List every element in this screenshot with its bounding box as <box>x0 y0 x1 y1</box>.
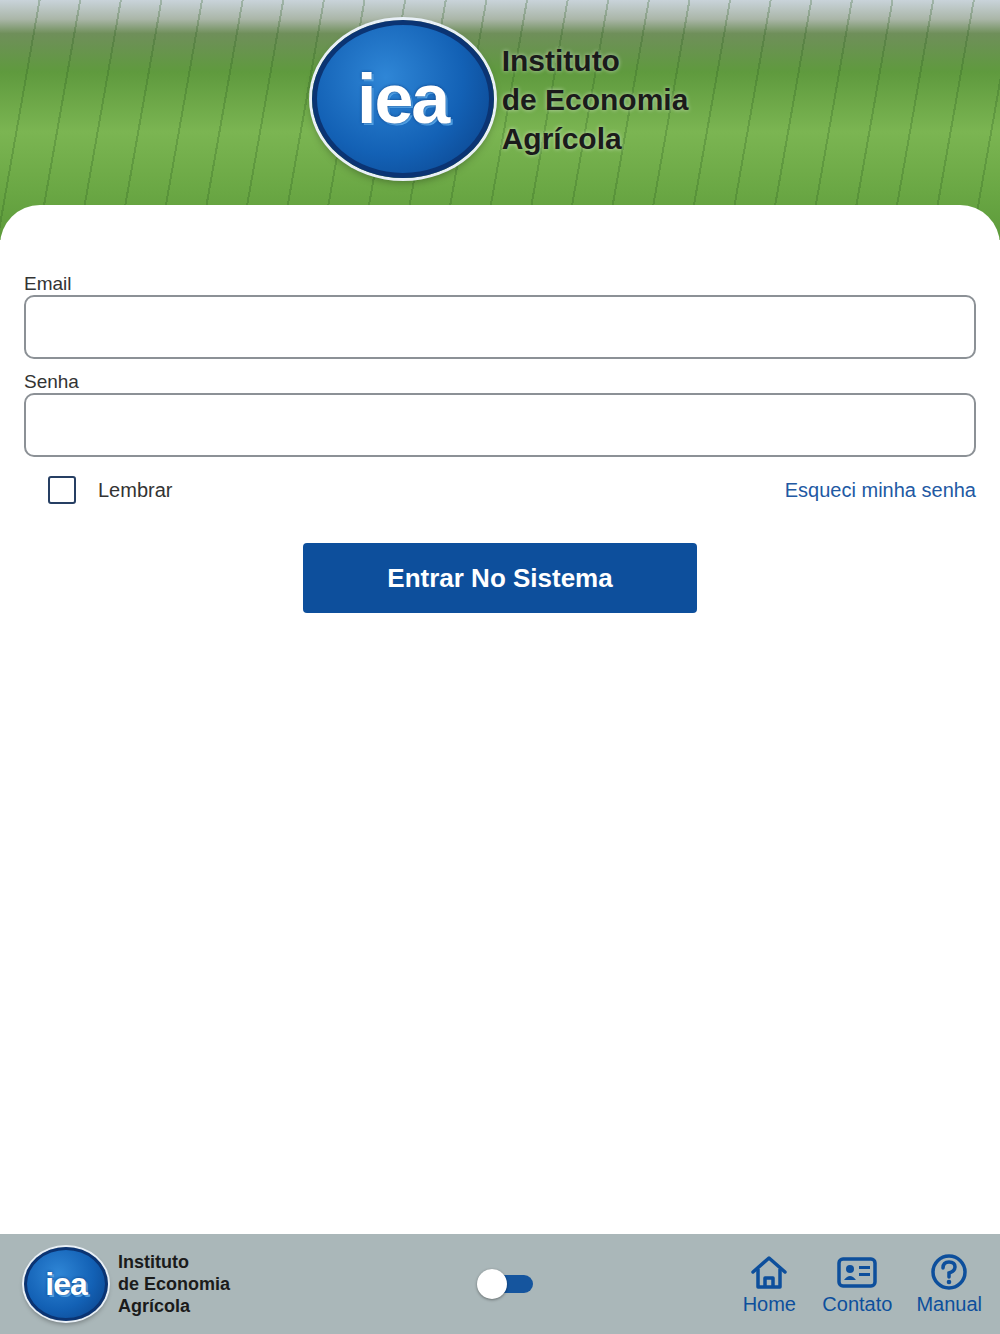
nav-label[interactable]: Home <box>743 1293 796 1316</box>
logo-mark: iea <box>45 1268 86 1300</box>
header-photo: iea Institutode EconomiaAgrícola <box>0 0 1000 240</box>
logo: iea Institutode EconomiaAgrícola <box>24 1247 230 1321</box>
forgot-password-link[interactable]: Esqueci minha senha <box>785 479 976 502</box>
logo-line: Instituto <box>118 1251 230 1273</box>
remember-checkbox[interactable]: Lembrar <box>24 476 172 504</box>
logo-line: de Economia <box>502 80 689 119</box>
logo-emblem: iea <box>24 1247 108 1321</box>
nav-label[interactable]: Contato <box>822 1293 892 1316</box>
logo-line: Agrícola <box>502 119 689 158</box>
email-input[interactable] <box>24 295 976 359</box>
nav-item[interactable]: Home <box>740 1253 798 1316</box>
logo-mark: iea <box>357 64 448 134</box>
login-button[interactable]: Entrar No Sistema <box>303 543 697 613</box>
logo-line: Instituto <box>502 41 689 80</box>
form-field: Email <box>24 273 976 359</box>
options-row: Lembrar Esqueci minha senha <box>24 475 976 505</box>
logo: iea Institutode EconomiaAgrícola <box>312 20 689 178</box>
logo-text: Institutode EconomiaAgrícola <box>502 41 689 158</box>
home-icon <box>748 1253 790 1291</box>
footer-bar: iea Institutode EconomiaAgrícola Home Conta… <box>0 1234 1000 1334</box>
field-label: Senha <box>24 371 79 392</box>
help-icon <box>928 1253 970 1291</box>
field-label: Email <box>24 273 72 294</box>
logo-line: Agrícola <box>118 1295 230 1317</box>
nav-label[interactable]: Manual <box>916 1293 982 1316</box>
logo-line: de Economia <box>118 1273 230 1295</box>
remember-label[interactable]: Lembrar <box>98 479 172 502</box>
contact-card-icon <box>836 1253 878 1291</box>
logo-text: Institutode EconomiaAgrícola <box>118 1251 230 1317</box>
footer-nav: Home Contato Manual <box>740 1253 982 1316</box>
form-field: Senha <box>24 371 976 457</box>
login-card: Email Senha Lembrar Esqueci minha senha Entr… <box>0 205 1000 1234</box>
toggle-knob <box>477 1269 507 1299</box>
password-input[interactable] <box>24 393 976 457</box>
nav-item[interactable]: Contato <box>822 1253 892 1316</box>
logo-emblem: iea <box>312 20 494 178</box>
theme-toggle[interactable] <box>477 1271 533 1297</box>
checkbox-box[interactable] <box>48 476 76 504</box>
nav-item[interactable]: Manual <box>916 1253 982 1316</box>
